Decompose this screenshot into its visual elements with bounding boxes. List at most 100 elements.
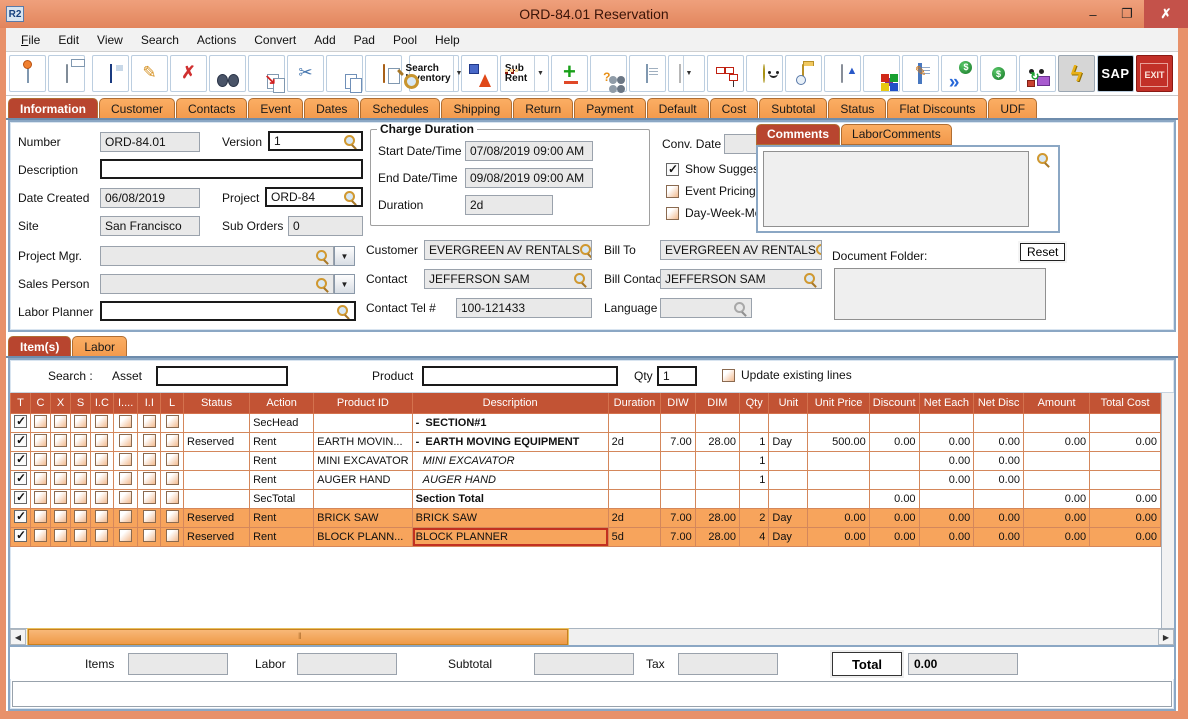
row-checkbox[interactable] — [34, 490, 47, 504]
row-checkbox[interactable] — [54, 414, 67, 428]
row-checkbox[interactable] — [34, 528, 47, 542]
table-row[interactable]: SecHead - SECTION#1 — [10, 412, 1161, 433]
find-binoculars-button[interactable] — [209, 55, 247, 92]
row-checkbox[interactable] — [34, 471, 47, 485]
tab-payment[interactable]: Payment — [574, 98, 646, 120]
version-field[interactable]: 1 — [268, 131, 363, 151]
bill-to-field[interactable]: EVERGREEN AV RENTALS — [660, 240, 822, 260]
row-checkbox[interactable] — [34, 452, 47, 466]
col-header-t[interactable]: T — [10, 393, 31, 414]
crew-suggest-button[interactable]: ? — [589, 55, 627, 92]
row-checkbox[interactable] — [14, 490, 27, 504]
row-checkbox[interactable] — [119, 452, 133, 466]
folder-history-button[interactable] — [784, 55, 822, 92]
cut-button[interactable]: ✂ — [287, 55, 325, 92]
invoice-dollar-button[interactable]: $ — [979, 55, 1017, 92]
copy-special-button[interactable]: ↘ — [248, 55, 286, 93]
org-structure-button[interactable] — [706, 55, 744, 92]
add-line-button[interactable]: + — [550, 55, 588, 92]
shortcut-key-button[interactable]: ▲ — [823, 55, 861, 92]
product-input[interactable] — [422, 366, 618, 386]
edit-notes-button[interactable]: ✎ — [901, 55, 939, 92]
col-header-unit-price[interactable]: Unit Price — [807, 393, 870, 414]
labor-planner-field[interactable] — [100, 301, 356, 321]
tab-dates[interactable]: Dates — [304, 98, 360, 120]
row-checkbox[interactable] — [14, 452, 27, 466]
description-field[interactable] — [100, 159, 363, 179]
row-checkbox[interactable] — [54, 490, 67, 504]
update-existing-checkbox[interactable] — [722, 368, 735, 382]
row-checkbox[interactable] — [95, 471, 109, 485]
row-checkbox[interactable] — [142, 414, 156, 428]
tab-flat-discounts[interactable]: Flat Discounts — [887, 98, 988, 120]
tab-laborcomments[interactable]: LaborComments — [841, 124, 952, 145]
tab-return[interactable]: Return — [513, 98, 574, 120]
tab-customer[interactable]: Customer — [99, 98, 176, 120]
copy-button[interactable] — [326, 55, 364, 93]
logistics-truck-button[interactable]: ↻ — [1018, 55, 1056, 92]
row-checkbox[interactable] — [14, 414, 27, 428]
row-checkbox[interactable] — [14, 509, 27, 523]
col-header-status[interactable]: Status — [182, 393, 251, 414]
sub-rent-button[interactable]: Sub Rent ▼ — [499, 55, 549, 92]
save-button[interactable] — [92, 55, 130, 92]
row-checkbox[interactable] — [14, 433, 27, 447]
row-checkbox[interactable] — [74, 528, 87, 542]
exit-button[interactable]: EXIT — [1135, 55, 1173, 92]
project-mgr-search-icon[interactable] — [316, 249, 329, 263]
row-checkbox[interactable] — [34, 414, 47, 428]
row-checkbox[interactable] — [95, 528, 109, 542]
sap-button[interactable]: SAP — [1096, 55, 1134, 92]
row-checkbox[interactable] — [165, 509, 179, 523]
row-checkbox[interactable] — [142, 471, 156, 485]
edit-pencil-button[interactable]: ✎ — [131, 55, 169, 92]
row-checkbox[interactable] — [165, 528, 179, 542]
version-search-icon[interactable] — [344, 134, 357, 148]
sales-person-field[interactable] — [100, 274, 334, 294]
labor-planner-search-icon[interactable] — [337, 304, 350, 318]
comments-search-icon[interactable] — [1037, 153, 1050, 166]
tab-event[interactable]: Event — [248, 98, 304, 120]
menu-file[interactable]: File — [12, 30, 49, 50]
scroll-right-arrow[interactable]: ▶ — [1158, 629, 1174, 645]
row-checkbox[interactable] — [74, 471, 87, 485]
row-checkbox[interactable] — [54, 471, 67, 485]
row-checkbox[interactable] — [74, 433, 87, 447]
col-header-s[interactable]: S — [70, 393, 91, 414]
menu-actions[interactable]: Actions — [188, 30, 245, 50]
total-button[interactable]: Total — [832, 652, 902, 676]
menu-pool[interactable]: Pool — [384, 30, 426, 50]
row-checkbox[interactable] — [54, 452, 67, 466]
row-checkbox[interactable] — [54, 528, 67, 542]
row-checkbox[interactable] — [142, 509, 156, 523]
asset-input[interactable] — [156, 366, 288, 386]
col-header-description[interactable]: Description — [411, 393, 609, 414]
row-checkbox[interactable] — [95, 433, 109, 447]
scroll-left-arrow[interactable]: ◀ — [10, 629, 26, 645]
forward-dollar-button[interactable]: » $ — [940, 55, 978, 93]
scrollbar-thumb[interactable] — [28, 629, 568, 645]
product-shapes-button[interactable] — [460, 55, 498, 92]
show-suggestions-checkbox[interactable] — [666, 162, 679, 176]
col-header-net-each[interactable]: Net Each — [918, 393, 975, 414]
table-row[interactable]: RentMINI EXCAVATORMINI EXCAVATOR10.000.0… — [10, 450, 1161, 471]
smiley-button[interactable] — [745, 55, 783, 92]
table-row[interactable]: SecTotalSection Total0.000.000.00 — [10, 488, 1161, 509]
tab-schedules[interactable]: Schedules — [360, 98, 441, 120]
event-pricing-checkbox[interactable] — [666, 184, 679, 198]
project-field[interactable]: ORD-84 — [265, 187, 363, 207]
row-checkbox[interactable] — [74, 452, 87, 466]
paste-button[interactable] — [365, 55, 403, 92]
customer-search-icon[interactable] — [579, 243, 591, 257]
table-row[interactable]: ReservedRentBLOCK PLANN...BLOCK PLANNER5… — [10, 526, 1161, 547]
col-header-i-[interactable]: I.... — [112, 393, 139, 414]
tab-default[interactable]: Default — [646, 98, 709, 120]
row-checkbox[interactable] — [119, 528, 133, 542]
new-document-button[interactable] — [9, 55, 46, 92]
menu-view[interactable]: View — [88, 30, 132, 50]
col-header-unit[interactable]: Unit — [768, 393, 809, 414]
bill-to-search-icon[interactable] — [815, 243, 821, 257]
menu-search[interactable]: Search — [132, 30, 188, 50]
sales-person-dropdown[interactable]: ▼ — [334, 274, 355, 294]
row-checkbox[interactable] — [119, 490, 133, 504]
